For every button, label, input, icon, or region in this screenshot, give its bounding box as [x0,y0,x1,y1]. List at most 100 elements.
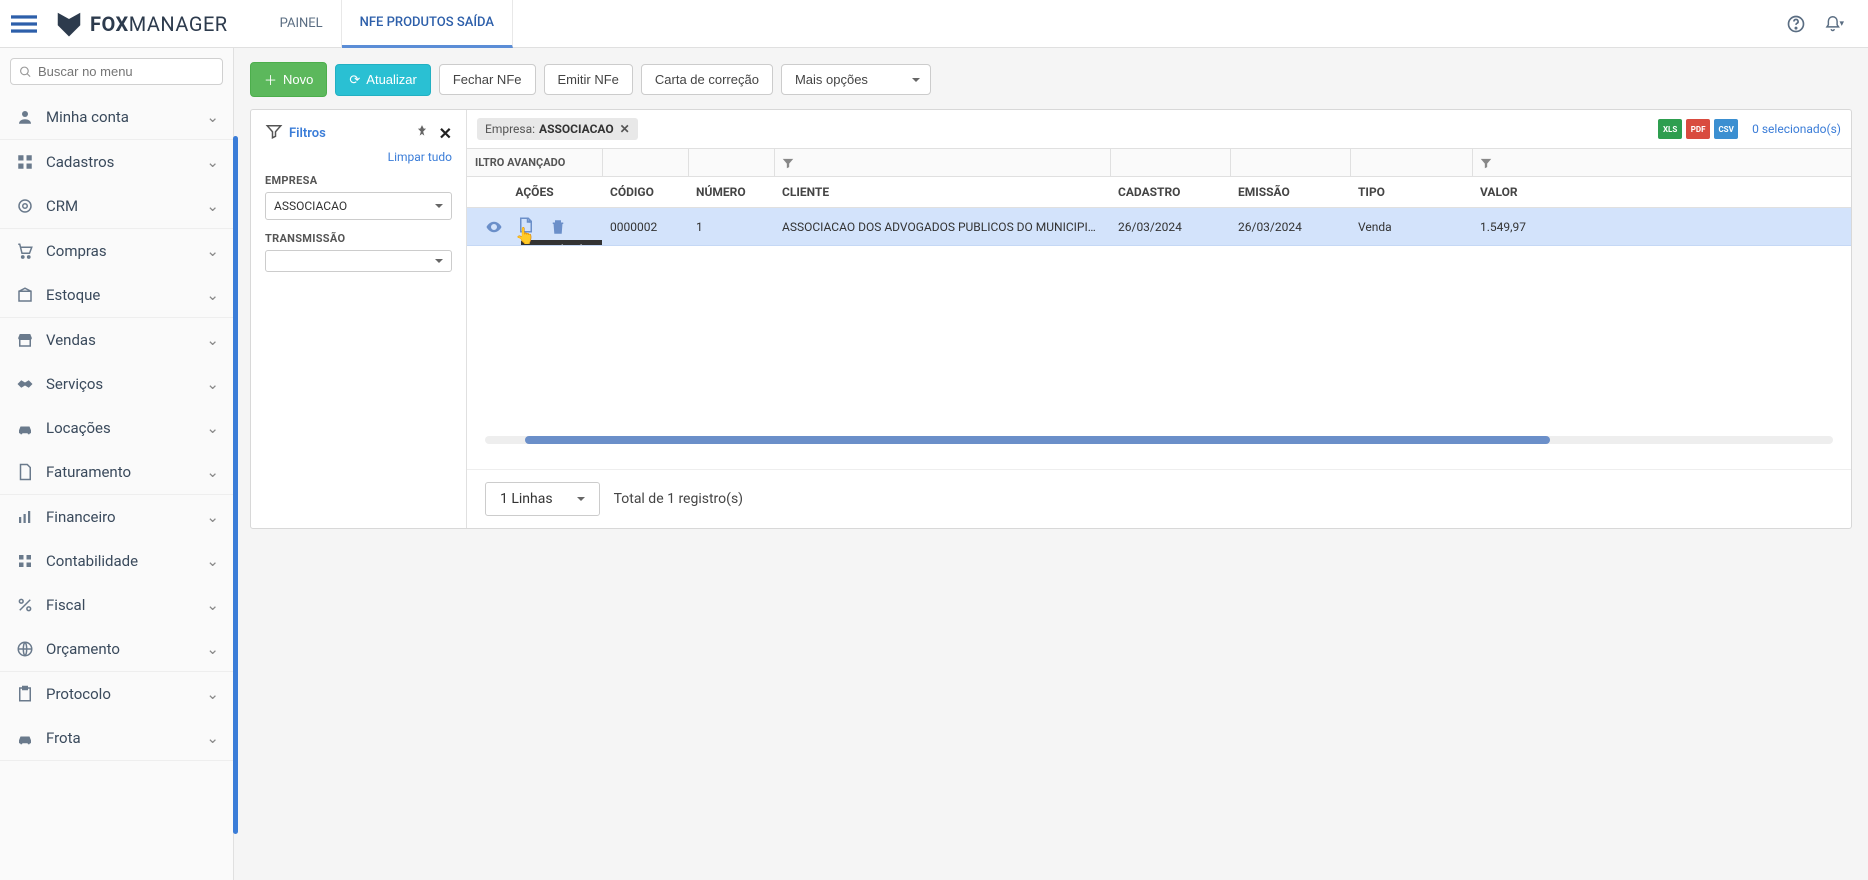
advanced-filter-row: ILTRO AVANÇADO [467,148,1851,177]
nav-vendas[interactable]: Vendas⌄ [0,318,233,362]
filter-emissao[interactable] [1230,149,1350,176]
action-toolbar: ＋Novo ⟳Atualizar Fechar NFe Emitir NFe C… [234,48,1868,109]
export-csv-button[interactable]: CSV [1714,119,1738,139]
brand-text-2: MANAGER [129,12,228,36]
chevron-down-icon: ⌄ [206,508,219,526]
sidebar-search[interactable] [10,58,223,85]
th-tipo[interactable]: TIPO [1350,177,1472,207]
total-records-text: Total de 1 registro(s) [614,491,743,507]
refresh-button[interactable]: ⟳Atualizar [335,64,430,96]
filter-codigo[interactable] [602,149,688,176]
nav-minha-conta[interactable]: Minha conta⌄ [0,95,233,139]
transmissao-select[interactable] [265,250,452,272]
content-area: ＋Novo ⟳Atualizar Fechar NFe Emitir NFe C… [234,48,1868,880]
nav-orcamento[interactable]: Orçamento⌄ [0,627,233,671]
edit-icon[interactable] [517,216,535,234]
sidebar: Minha conta⌄ Cadastros⌄ CRM⌄ Compras⌄ Es… [0,48,234,880]
tab-bar: PAINEL NFE PRODUTOS SAÍDA [262,0,513,48]
table-body: 👆 Editar (Shift + E) 0000002 1 ASSOCIACA… [467,208,1851,469]
carta-correcao-button[interactable]: Carta de correção [641,64,773,95]
target-icon [14,195,36,217]
th-valor[interactable]: VALOR [1472,177,1538,207]
chevron-down-icon: ⌄ [206,153,219,171]
nav-contabilidade[interactable]: Contabilidade⌄ [0,539,233,583]
close-filter-button[interactable]: ✕ [439,124,452,143]
th-codigo[interactable]: CÓDIGO [602,177,688,207]
sidebar-scrollbar[interactable] [233,136,238,834]
nav-cadastros[interactable]: Cadastros⌄ [0,140,233,184]
th-emissao[interactable]: EMISSÃO [1230,177,1350,207]
topbar: FOXMANAGER PAINEL NFE PRODUTOS SAÍDA ▾ [0,0,1868,48]
filter-sidebar: Filtros ✕ Limpar tudo EMPRESA ASSOCIACAO… [251,110,467,528]
nav-list: Minha conta⌄ Cadastros⌄ CRM⌄ Compras⌄ Es… [0,95,233,880]
box-icon [14,284,36,306]
filter-cadastro[interactable] [1110,149,1230,176]
cart-icon [14,240,36,262]
filter-cliente[interactable] [774,149,1110,176]
table-header: AÇÕES CÓDIGO NÚMERO CLIENTE CADASTRO EMI… [467,177,1851,208]
nav-locacoes[interactable]: Locações⌄ [0,406,233,450]
handshake-icon [14,373,36,395]
cell-cliente: ASSOCIACAO DOS ADVOGADOS PUBLICOS DO MUN… [774,212,1110,242]
clear-filters-link[interactable]: Limpar tudo [265,150,452,164]
filter-valor[interactable] [1472,149,1538,176]
table-area: Empresa: ASSOCIACAO ✕ XLS PDF CSV 0 sele… [467,110,1851,528]
filter-tipo[interactable] [1350,149,1472,176]
notifications-button[interactable]: ▾ [1824,14,1844,34]
table-footer: 1 Linhas Total de 1 registro(s) [467,469,1851,528]
nav-protocolo[interactable]: Protocolo⌄ [0,672,233,716]
nav-faturamento[interactable]: Faturamento⌄ [0,450,233,494]
calc-icon [14,550,36,572]
chevron-down-icon: ⌄ [206,685,219,703]
th-cadastro[interactable]: CADASTRO [1110,177,1230,207]
more-options-dropdown[interactable]: Mais opções [781,64,931,95]
close-nfe-button[interactable]: Fechar NFe [439,64,536,95]
export-pdf-button[interactable]: PDF [1686,119,1710,139]
chevron-down-icon: ⌄ [206,419,219,437]
pin-button[interactable] [415,124,429,142]
horizontal-scrollbar[interactable] [485,436,1833,444]
tab-painel[interactable]: PAINEL [262,0,342,48]
tab-nfe-produtos-saida[interactable]: NFE PRODUTOS SAÍDA [342,0,513,48]
nav-fiscal[interactable]: Fiscal⌄ [0,583,233,627]
menu-toggle-button[interactable] [0,11,48,37]
chip-remove-icon[interactable]: ✕ [620,122,630,136]
help-icon [1786,14,1806,34]
export-xls-button[interactable]: XLS [1658,119,1682,139]
chevron-down-icon: ⌄ [206,108,219,126]
percent-icon [14,594,36,616]
table-row[interactable]: 👆 Editar (Shift + E) 0000002 1 ASSOCIACA… [467,208,1851,246]
filter-icon [265,122,283,144]
view-icon[interactable] [485,218,503,236]
car-key-icon [14,417,36,439]
filter-numero[interactable] [688,149,774,176]
fox-icon [54,9,84,39]
delete-icon[interactable] [549,218,567,236]
th-numero[interactable]: NÚMERO [688,177,774,207]
cell-valor: 1.549,97 [1472,212,1538,242]
funnel-icon [781,156,795,170]
nav-crm[interactable]: CRM⌄ [0,184,233,228]
chevron-down-icon: ⌄ [206,640,219,658]
nav-frota[interactable]: Frota⌄ [0,716,233,760]
th-cliente[interactable]: CLIENTE [774,177,1110,207]
funnel-icon [1479,156,1493,170]
data-panel: Filtros ✕ Limpar tudo EMPRESA ASSOCIACAO… [250,109,1852,529]
nav-financeiro[interactable]: Financeiro⌄ [0,495,233,539]
nav-servicos[interactable]: Serviços⌄ [0,362,233,406]
emit-nfe-button[interactable]: Emitir NFe [544,64,633,95]
chevron-down-icon: ⌄ [206,463,219,481]
nav-estoque[interactable]: Estoque⌄ [0,273,233,317]
nav-compras[interactable]: Compras⌄ [0,229,233,273]
sidebar-search-input[interactable] [38,64,214,79]
cell-codigo: 0000002 [602,212,688,242]
new-button[interactable]: ＋Novo [250,62,327,97]
rows-per-page-dropdown[interactable]: 1 Linhas [485,482,600,516]
empresa-select[interactable]: ASSOCIACAO [265,192,452,220]
clipboard-icon [14,683,36,705]
transmissao-label: TRANSMISSÃO [265,232,452,245]
filter-chip-empresa[interactable]: Empresa: ASSOCIACAO ✕ [477,118,638,140]
store-icon [14,329,36,351]
help-button[interactable] [1786,14,1806,34]
chevron-down-icon: ⌄ [206,197,219,215]
